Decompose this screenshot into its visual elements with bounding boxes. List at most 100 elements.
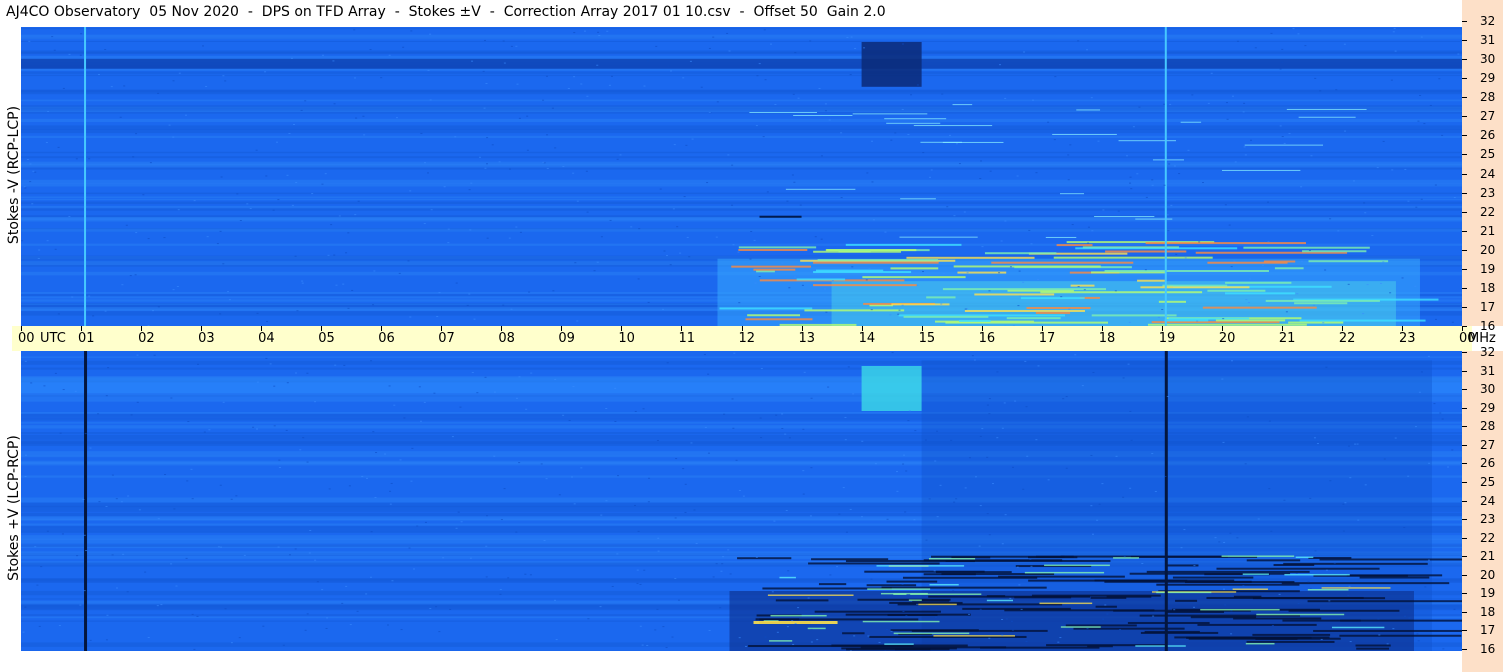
- noise-speckle: [130, 414, 133, 416]
- emission-streak: [767, 594, 854, 596]
- noise-speckle: [147, 637, 150, 639]
- emission-streak: [1202, 306, 1317, 309]
- noise-speckle: [1312, 304, 1315, 306]
- noise-speckle: [1017, 305, 1020, 307]
- noise-speckle: [1086, 49, 1089, 51]
- noise-speckle: [1268, 420, 1271, 422]
- dark-streak: [889, 601, 963, 604]
- noise-speckle: [998, 272, 1001, 274]
- noise-speckle: [1343, 43, 1346, 45]
- noise-speckle: [276, 141, 279, 143]
- noise-speckle: [249, 207, 252, 209]
- emission-streak: [719, 307, 813, 310]
- noise-speckle: [1193, 606, 1196, 608]
- noise-speckle: [1198, 241, 1201, 243]
- noise-speckle: [498, 161, 501, 163]
- noise-speckle: [1090, 505, 1093, 507]
- noise-speckle: [455, 282, 458, 284]
- emission-streak: [1200, 608, 1280, 611]
- noise-speckle: [707, 452, 710, 454]
- frequency-tick-label: 32: [1480, 345, 1496, 359]
- frequency-tick-mark: [1462, 40, 1467, 42]
- noise-speckle: [901, 43, 904, 45]
- noise-speckle: [760, 368, 763, 370]
- noise-speckle: [774, 61, 777, 63]
- noise-speckle: [424, 162, 427, 164]
- noise-speckle: [177, 209, 180, 211]
- emission-streak: [862, 620, 940, 623]
- dark-streak: [1319, 558, 1462, 561]
- noise-speckle: [68, 215, 71, 217]
- noise-speckle: [236, 193, 239, 195]
- noise-speckle: [573, 32, 576, 34]
- noise-speckle: [217, 546, 220, 548]
- noise-speckle: [105, 395, 108, 397]
- dark-streak: [846, 648, 931, 651]
- noise-speckle: [999, 64, 1002, 66]
- noise-speckle: [309, 529, 312, 531]
- emission-streak: [1224, 292, 1295, 295]
- noise-speckle: [1129, 182, 1132, 184]
- noise-speckle: [842, 487, 845, 489]
- noise-speckle: [172, 136, 175, 138]
- noise-speckle: [1024, 360, 1027, 362]
- heatmap-band: [21, 135, 1462, 138]
- noise-speckle: [243, 554, 246, 556]
- noise-speckle: [203, 431, 206, 433]
- noise-speckle: [663, 250, 666, 252]
- noise-speckle: [1004, 97, 1007, 99]
- time-tick-label: 10: [618, 331, 635, 346]
- noise-speckle: [820, 238, 823, 240]
- noise-speckle: [104, 49, 107, 51]
- noise-speckle: [799, 322, 802, 324]
- noise-speckle: [515, 531, 518, 533]
- dark-streak: [980, 646, 1100, 649]
- noise-speckle: [1451, 321, 1454, 323]
- noise-speckle: [1106, 613, 1109, 615]
- emission-streak: [1274, 267, 1304, 270]
- noise-speckle: [106, 614, 109, 616]
- noise-speckle: [814, 236, 817, 238]
- time-tick-label: 09: [558, 331, 575, 346]
- noise-speckle: [895, 471, 898, 473]
- noise-speckle: [749, 258, 752, 260]
- noise-speckle: [742, 495, 745, 497]
- noise-speckle: [1004, 514, 1007, 516]
- heatmap-band: [21, 34, 1462, 40]
- noise-speckle: [333, 103, 336, 105]
- noise-speckle: [1102, 618, 1105, 620]
- noise-speckle: [608, 84, 611, 86]
- emission-streak: [1158, 300, 1187, 303]
- noise-speckle: [85, 550, 88, 552]
- noise-speckle: [419, 420, 422, 422]
- frequency-tick-mark: [1462, 249, 1467, 251]
- noise-speckle: [1222, 588, 1225, 590]
- noise-speckle: [24, 476, 27, 478]
- noise-speckle: [1438, 78, 1441, 80]
- noise-speckle: [988, 534, 991, 536]
- noise-speckle: [750, 231, 753, 233]
- heatmap-band: [21, 105, 1462, 110]
- noise-speckle: [1300, 186, 1303, 188]
- noise-speckle: [693, 509, 696, 511]
- frequency-tick-label: 32: [1480, 14, 1496, 28]
- noise-speckle: [299, 449, 302, 451]
- noise-speckle: [54, 372, 57, 374]
- noise-speckle: [84, 433, 87, 435]
- noise-speckle: [824, 103, 827, 105]
- frequency-tick-label: 18: [1480, 280, 1496, 295]
- heatmap-band: [21, 201, 1462, 205]
- noise-speckle: [285, 429, 288, 431]
- noise-speckle: [636, 569, 639, 571]
- noise-speckle: [423, 223, 426, 225]
- noise-speckle: [503, 62, 506, 64]
- noise-speckle: [1281, 48, 1284, 50]
- emission-streak: [796, 278, 846, 281]
- noise-speckle: [1098, 503, 1101, 505]
- noise-speckle: [347, 307, 350, 309]
- noise-speckle: [723, 413, 726, 415]
- noise-speckle: [1167, 230, 1170, 232]
- emission-streak: [1232, 588, 1268, 590]
- noise-speckle: [637, 530, 640, 532]
- noise-speckle: [1417, 120, 1420, 122]
